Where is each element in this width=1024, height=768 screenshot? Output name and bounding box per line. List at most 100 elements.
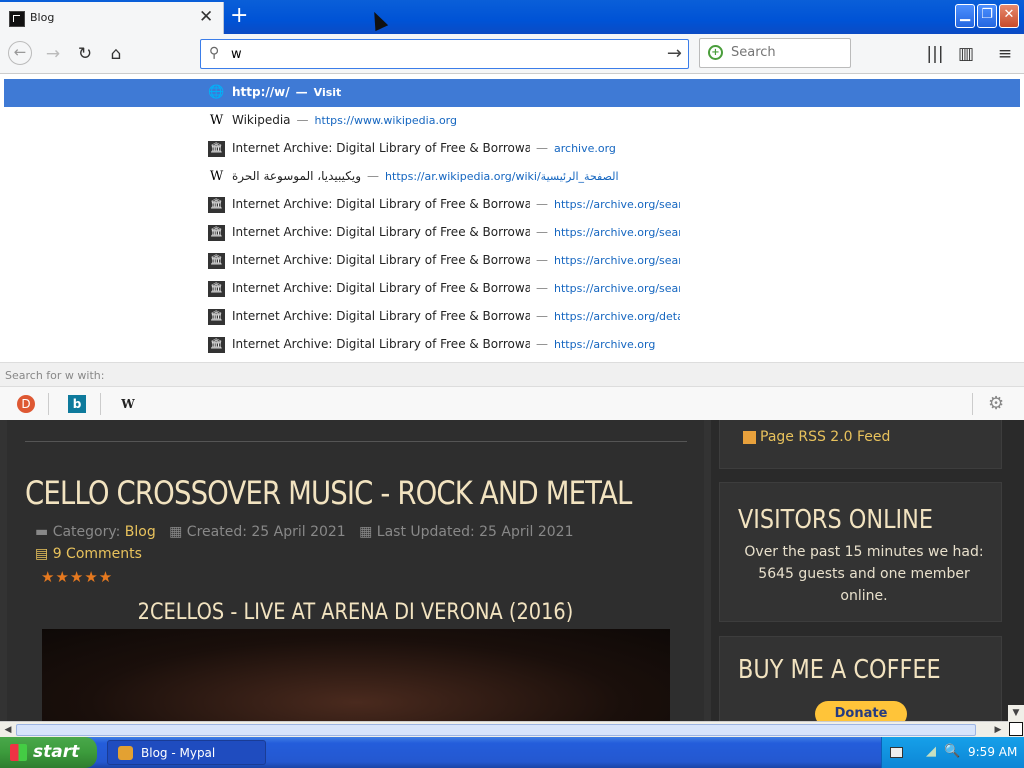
divider	[25, 441, 687, 442]
forward-button[interactable]: →	[42, 43, 64, 65]
calendar-icon: ▦	[169, 524, 183, 540]
wikipedia-icon[interactable]: W	[119, 395, 137, 413]
horizontal-scrollbar[interactable]: ◀ ▶	[0, 721, 1008, 737]
rss-link[interactable]: Page RSS 2.0 Feed	[760, 429, 890, 445]
suggestion-title: Internet Archive: Digital Library of Fre…	[232, 281, 530, 295]
windows-logo-icon	[10, 744, 27, 761]
suggestion-url: https://archive.org/search	[554, 254, 680, 267]
suggestion-title: Internet Archive: Digital Library of Fre…	[232, 309, 530, 323]
visitors-text: Over the past 15 minutes we had: 5645 gu…	[744, 544, 984, 604]
archive-icon: 🏛	[208, 141, 225, 157]
suggestion-row[interactable]: W ويكيبيديا، الموسوعة الحرة — https://ar.w…	[4, 163, 1020, 191]
gear-icon[interactable]: ⚙	[988, 393, 1004, 414]
suggestion-row[interactable]: 🏛 Internet Archive: Digital Library of F…	[4, 219, 1020, 247]
clock: 9:59 AM	[968, 745, 1018, 759]
suggestion-title: Internet Archive: Digital Library of Fre…	[232, 225, 530, 239]
mouse-cursor-icon	[367, 8, 389, 32]
suggestion-title: ويكيبيديا، الموسوعة الحرة	[232, 169, 362, 183]
minimize-button[interactable]: ▁	[955, 4, 975, 28]
video-embed[interactable]	[42, 629, 670, 721]
reload-button[interactable]: ↻	[74, 43, 96, 65]
suggestion-url: https://archive.org/search	[554, 198, 680, 211]
suggestion-url: https://archive.org/details	[554, 310, 680, 323]
search-bar[interactable]: +	[699, 38, 851, 68]
url-input[interactable]	[231, 45, 651, 63]
category-link[interactable]: Blog	[125, 524, 156, 540]
vertical-scrollbar[interactable]: ▼	[1008, 705, 1024, 737]
visitors-widget: VISITORS ONLINE Over the past 15 minutes…	[719, 482, 1002, 622]
hamburger-menu-icon[interactable]: ≡	[994, 43, 1016, 65]
sidebar-toggle-icon[interactable]: ▥	[955, 43, 977, 65]
suggestion-row[interactable]: 🏛 Internet Archive: Digital Library of F…	[4, 135, 1020, 163]
suggestion-row[interactable]: 🏛 Internet Archive: Digital Library of F…	[4, 331, 1020, 359]
scroll-thumb[interactable]	[16, 724, 976, 736]
suggestion-row[interactable]: W Wikipedia — https://www.wikipedia.org	[4, 107, 1020, 135]
home-button[interactable]: ⌂	[105, 43, 127, 65]
add-search-engine-icon[interactable]: +	[708, 45, 723, 60]
scroll-down-icon[interactable]: ▼	[1009, 706, 1023, 720]
rating-stars[interactable]: ★★★★★	[41, 568, 113, 586]
taskbar-item-blog[interactable]: Blog - Mypal	[107, 740, 266, 765]
coffee-widget: BUY ME A COFFEE Donate	[719, 636, 1002, 721]
keyboard-icon[interactable]	[890, 747, 903, 758]
back-button[interactable]: ←	[8, 41, 32, 65]
suggestion-row[interactable]: 🏛 Internet Archive: Digital Library of F…	[4, 303, 1020, 331]
url-bar[interactable]: ⚲ →	[200, 39, 689, 69]
start-button[interactable]: start	[0, 737, 97, 768]
divider	[48, 393, 49, 415]
wikipedia-icon: W	[209, 113, 224, 128]
tab-title: Blog	[30, 11, 55, 24]
visitors-title: VISITORS ONLINE	[738, 505, 934, 535]
archive-icon: 🏛	[208, 225, 225, 241]
donate-button[interactable]: Donate	[815, 701, 907, 721]
tab-blog[interactable]: Blog ✕	[0, 2, 224, 34]
suggestion-url: https://archive.org/search	[554, 226, 680, 239]
windows-taskbar: start Blog - Mypal ◢ 🔍 9:59 AM	[0, 737, 1024, 768]
search-tray-icon[interactable]: 🔍	[944, 744, 960, 759]
volume-icon[interactable]: ◢	[926, 744, 936, 759]
created-date: Created: 25 April 2021	[186, 524, 346, 540]
rss-icon	[743, 431, 756, 444]
suggestion-row[interactable]: 🌐 http://w/— Visit	[4, 79, 1020, 107]
search-input[interactable]	[731, 45, 841, 60]
archive-icon: 🏛	[208, 281, 225, 297]
folder-icon: ▬	[35, 524, 49, 540]
system-tray: ◢ 🔍 9:59 AM	[881, 737, 1024, 768]
navigation-toolbar: ← → ↻ ⌂ ⚲ → + ||| ▥ ≡	[0, 34, 1024, 74]
globe-icon: 🌐	[208, 85, 225, 100]
category-label: Category:	[52, 524, 121, 540]
sidebar: Page RSS 2.0 Feed VISITORS ONLINE Over t…	[711, 420, 1024, 721]
new-tab-button[interactable]: +	[230, 4, 248, 28]
search-for-label-bar: Search for w with:	[0, 362, 1024, 386]
suggestion-title: Internet Archive: Digital Library of Fre…	[232, 337, 530, 351]
maximize-button[interactable]: ❐	[977, 4, 997, 28]
duckduckgo-icon[interactable]: D	[17, 395, 35, 413]
scroll-left-icon[interactable]: ◀	[1, 723, 15, 737]
resize-corner	[1009, 722, 1023, 736]
updated-date: Last Updated: 25 April 2021	[376, 524, 574, 540]
suggestion-url: archive.org	[554, 142, 616, 155]
archive-icon: 🏛	[208, 197, 225, 213]
article-meta: ▬ Category: Blog ▦ Created: 25 April 202…	[35, 524, 573, 540]
article-main: CELLO CROSSOVER MUSIC - ROCK AND METAL ▬…	[7, 420, 704, 721]
bing-icon[interactable]: b	[68, 395, 86, 413]
library-icon[interactable]: |||	[924, 43, 946, 65]
close-window-button[interactable]: ✕	[999, 4, 1019, 28]
tab-close-icon[interactable]: ✕	[199, 9, 213, 26]
scroll-right-icon[interactable]: ▶	[991, 723, 1005, 737]
suggestion-row[interactable]: 🏛 Internet Archive: Digital Library of F…	[4, 275, 1020, 303]
article-title[interactable]: CELLO CROSSOVER MUSIC - ROCK AND METAL	[25, 474, 632, 512]
search-for-label: Search for w with:	[5, 369, 105, 382]
suggestion-title: Internet Archive: Digital Library of Fre…	[232, 141, 530, 155]
suggestion-title: Wikipedia	[232, 113, 291, 127]
archive-icon: 🏛	[208, 337, 225, 353]
rss-widget: Page RSS 2.0 Feed	[719, 420, 1002, 469]
divider	[972, 393, 973, 415]
suggestion-row[interactable]: 🏛 Internet Archive: Digital Library of F…	[4, 247, 1020, 275]
divider	[100, 393, 101, 415]
go-arrow-icon[interactable]: →	[667, 43, 682, 64]
search-icon: ⚲	[209, 45, 220, 61]
archive-icon: 🏛	[208, 309, 225, 325]
suggestion-row[interactable]: 🏛 Internet Archive: Digital Library of F…	[4, 191, 1020, 219]
comments-link[interactable]: ▤ 9 Comments	[35, 546, 142, 562]
